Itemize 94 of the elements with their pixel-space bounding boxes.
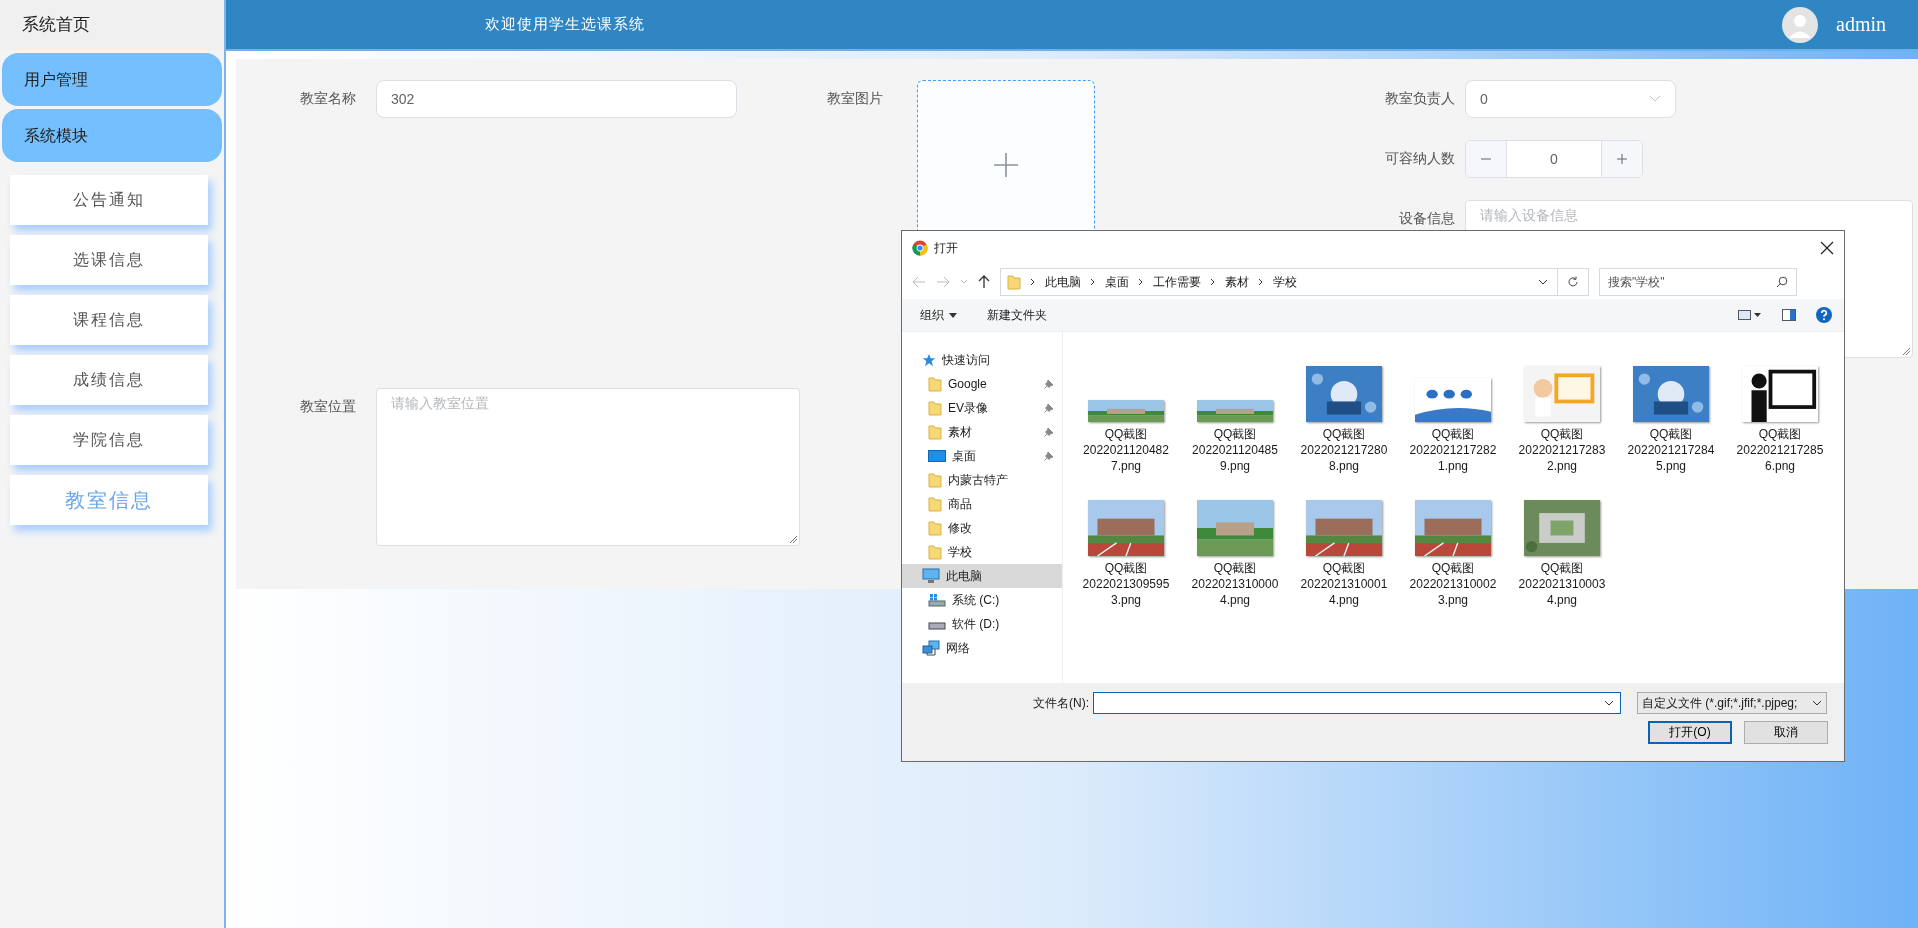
breadcrumb-item[interactable]: 此电脑: [1045, 273, 1081, 291]
nav-item[interactable]: 内蒙古特产: [902, 468, 1062, 492]
new-folder-button[interactable]: 新建文件夹: [987, 306, 1047, 324]
network-icon: [922, 640, 940, 656]
up-arrow-icon[interactable]: [978, 275, 990, 289]
nav-item[interactable]: 素材: [902, 420, 1062, 444]
dialog-title: 打开: [934, 239, 958, 257]
nav-item[interactable]: 软件 (D:): [902, 612, 1062, 636]
file-item[interactable]: QQ截图20220212172845.png: [1621, 346, 1721, 474]
field-label: 教室图片: [827, 90, 884, 108]
breadcrumb-item[interactable]: 学校: [1273, 273, 1297, 291]
file-item[interactable]: QQ截图20220212172832.png: [1512, 346, 1612, 474]
name-field[interactable]: 302: [376, 80, 737, 118]
chevron-right-icon: [1090, 278, 1096, 286]
folder-icon: [928, 520, 942, 536]
sidebar-item[interactable]: 课程信息: [10, 295, 208, 345]
folder-icon: [1007, 274, 1021, 290]
caret-icon: [949, 312, 957, 318]
cancel-button[interactable]: 取消: [1744, 721, 1828, 744]
desktop-icon: [928, 449, 946, 463]
nav-item[interactable]: 网络: [902, 636, 1062, 660]
file-item[interactable]: QQ截图20220213095953.png: [1076, 480, 1176, 608]
help-icon[interactable]: [1816, 307, 1832, 323]
open-button[interactable]: 打开(O): [1648, 721, 1732, 744]
filename-label: 文件名(N):: [1033, 694, 1089, 712]
manager-select[interactable]: 0: [1465, 80, 1676, 118]
breadcrumb-item[interactable]: 素材: [1225, 273, 1249, 291]
folder-icon: [928, 472, 942, 488]
file-item[interactable]: QQ截图20220213100023.png: [1403, 480, 1503, 608]
file-item[interactable]: QQ截图20220213100014.png: [1294, 480, 1394, 608]
computer-icon: [922, 568, 940, 584]
chevron-down-icon[interactable]: [1538, 279, 1548, 285]
resize-grip-icon[interactable]: [1902, 347, 1910, 355]
file-item[interactable]: QQ截图20220211204859.png: [1185, 346, 1285, 474]
chevron-down-icon: [1812, 700, 1822, 706]
filename-field[interactable]: [1093, 692, 1621, 714]
file-item[interactable]: QQ截图20220213100004.png: [1185, 480, 1285, 608]
preview-pane-icon[interactable]: [1782, 309, 1796, 321]
chevron-right-icon: [1258, 278, 1264, 286]
user-name[interactable]: admin: [1836, 13, 1886, 36]
chevron-down-icon[interactable]: [1604, 700, 1614, 706]
nav-item[interactable]: EV录像: [902, 396, 1062, 420]
folder-icon: [928, 424, 942, 440]
field-label: 可容纳人数: [1384, 150, 1455, 168]
app-icon: [912, 240, 928, 256]
nav-item[interactable]: 商品: [902, 492, 1062, 516]
file-item[interactable]: QQ截图20220212172808.png: [1294, 346, 1394, 474]
nav-item[interactable]: 学校: [902, 540, 1062, 564]
close-icon[interactable]: [1820, 241, 1834, 255]
field-label: 教室负责人: [1384, 90, 1455, 108]
search-field[interactable]: 搜索"学校": [1599, 268, 1797, 296]
folder-icon: [928, 496, 942, 512]
sidebar-item[interactable]: 公告通知: [10, 175, 208, 225]
view-options-icon[interactable]: [1738, 309, 1762, 321]
sidebar-item[interactable]: 成绩信息: [10, 355, 208, 405]
avatar-icon[interactable]: [1782, 6, 1818, 43]
home-link[interactable]: 系统首页: [0, 0, 224, 50]
file-type-select[interactable]: 自定义文件 (*.gif;*.jfif;*.pjpeg;: [1637, 692, 1827, 714]
chevron-right-icon: [1030, 278, 1036, 286]
chevron-right-icon: [1138, 278, 1144, 286]
breadcrumb-item[interactable]: 工作需要: [1153, 273, 1201, 291]
folder-icon: [928, 544, 942, 560]
field-label: 设备信息: [1398, 210, 1455, 228]
nav-item[interactable]: Google: [902, 372, 1062, 396]
address-bar[interactable]: 此电脑 桌面 工作需要 素材 学校: [1000, 268, 1589, 296]
file-item[interactable]: QQ截图20220212172856.png: [1730, 346, 1830, 474]
organize-menu[interactable]: 组织: [920, 306, 957, 324]
field-label: 教室名称: [300, 90, 357, 108]
resize-grip-icon[interactable]: [789, 535, 797, 543]
breadcrumb-item[interactable]: 桌面: [1105, 273, 1129, 291]
folder-icon: [928, 400, 942, 416]
file-item[interactable]: QQ截图20220211204827.png: [1076, 346, 1176, 474]
search-icon: [1776, 276, 1788, 288]
plus-icon: [1616, 153, 1628, 165]
nav-item[interactable]: 系统 (C:): [902, 588, 1062, 612]
chevron-down-icon: [1649, 95, 1661, 103]
drive-icon: [928, 593, 946, 607]
page-title: 欢迎使用学生选课系统: [485, 15, 645, 34]
menu-item[interactable]: 用户管理: [2, 53, 222, 106]
field-label: 教室位置: [300, 398, 357, 416]
nav-item[interactable]: 修改: [902, 516, 1062, 540]
menu-item[interactable]: 系统模块: [2, 109, 222, 162]
plus-icon: [992, 151, 1020, 179]
folder-icon: [928, 376, 942, 392]
refresh-icon: [1567, 276, 1579, 288]
nav-item[interactable]: 桌面: [902, 444, 1062, 468]
nav-item[interactable]: 此电脑: [902, 564, 1062, 588]
sidebar-item[interactable]: 选课信息: [10, 235, 208, 285]
file-item[interactable]: QQ截图20220212172821.png: [1403, 346, 1503, 474]
star-icon: [922, 353, 936, 367]
file-item[interactable]: QQ截图20220213100034.png: [1512, 480, 1612, 608]
sidebar-item[interactable]: 学院信息: [10, 415, 208, 465]
chevron-right-icon: [1210, 278, 1216, 286]
nav-item[interactable]: 快速访问: [902, 348, 1062, 372]
